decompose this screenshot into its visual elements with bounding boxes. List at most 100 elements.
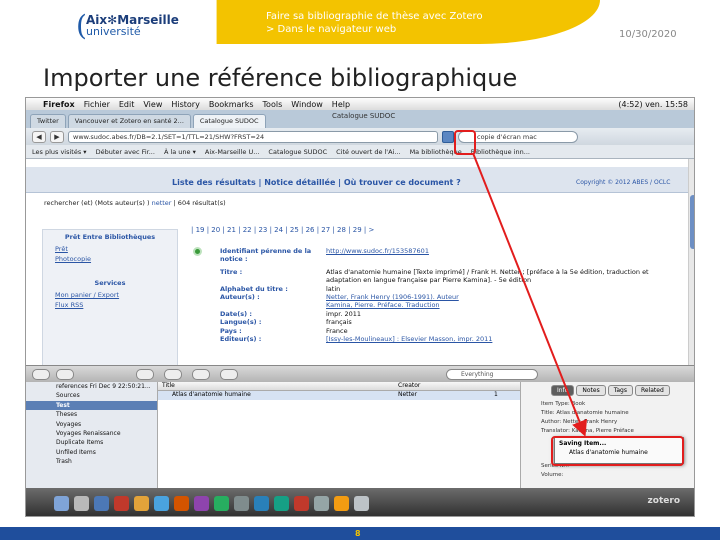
popup-item: Atlas d'anatomie humaine [569,449,648,456]
tab-tags[interactable]: Tags [607,385,633,396]
bookmark-item[interactable]: Aix-Marseille U... [205,148,260,156]
peb-heading: Prêt Entre Bibliothèques [64,233,156,241]
app-icon[interactable] [294,495,309,511]
collection-item-selected[interactable]: Test [26,400,157,411]
zotero-attach-button[interactable] [192,369,210,380]
app-icon[interactable] [74,495,89,511]
field-row: Titre : Atlas d'anatomie humaine [Texte i… [220,268,680,285]
sudoc-copyright: Copyright © 2012 ABES / OCLC [576,179,671,186]
zotero-actions-button[interactable] [56,369,74,380]
field-label: Pays : [220,326,242,335]
info-line: Translator: Kamina, Pierre Préface [541,428,634,434]
collection-item[interactable]: Sources [26,391,157,400]
field-value: impr. 2011 [326,309,362,318]
zotero-toolbar: Everything [26,365,694,382]
field-row: Auteur(s) : Netter, Frank Henry (1906-199… [220,293,680,301]
results-pager[interactable]: | 19 | 20 | 21 | 22 | 23 | 24 | 25 | 26 … [191,226,374,234]
tab-info[interactable]: Info [551,385,575,396]
bookmark-item[interactable]: Débuter avec Fir... [96,148,155,156]
collection-item[interactable]: Voyages [26,420,157,429]
sudoc-nav-links[interactable]: Liste des résultats | Notice détaillée |… [172,178,461,187]
collection-item[interactable]: references Fri Dec 9 22:50:21... [26,382,157,391]
app-icon[interactable] [134,495,149,511]
menubar-clock: (4:52) ven. 15:58 [618,99,688,109]
app-icon[interactable] [234,495,249,511]
app-icon[interactable] [214,495,229,511]
bookmark-item[interactable]: Cité ouvert de l'Ai... [336,148,400,156]
bookmark-item[interactable]: Bibliothèque inn... [471,148,530,156]
zotero-save-icon[interactable] [442,130,454,143]
collection-item[interactable]: Duplicate Items [26,438,157,447]
link-photocopie[interactable]: Photocopie [43,254,177,264]
menu-bookmarks[interactable]: Bookmarks [209,100,254,109]
calendar-icon[interactable] [114,495,129,511]
item-row[interactable]: Atlas d'anatomie humaine Netter 1 [158,391,520,400]
field-value[interactable]: Kamina, Pierre. Préface. Traduction [326,301,676,309]
bookmark-item[interactable]: À la une ▾ [164,148,196,156]
field-row: Kamina, Pierre. Préface. Traduction [220,301,680,309]
menu-tools[interactable]: Tools [263,100,283,109]
field-value[interactable]: Netter, Frank Henry (1906-1991). Auteur [326,293,676,301]
col-title[interactable]: Title [158,382,394,390]
saving-item-popup: Saving Item... Atlas d'anatomie humaine [554,437,684,464]
zotero-new-collection-button[interactable] [32,369,50,380]
link-flux-rss[interactable]: Flux RSS [43,300,177,310]
forward-button[interactable]: ▶ [50,130,64,143]
bookmark-item[interactable]: Catalogue SUDOC [268,148,327,156]
page-scrollbar[interactable] [688,159,694,365]
address-bar[interactable]: www.sudoc.abes.fr/DB=2.1/SET=1/TTL=21/SH… [68,130,438,143]
zotero-logo: zotero [647,496,680,506]
tab-related[interactable]: Related [635,385,670,396]
app-icon[interactable] [354,495,369,511]
zotero-note-button[interactable] [220,369,238,380]
back-button[interactable]: ◀ [32,130,46,143]
app-icon[interactable] [334,495,349,511]
mac-menubar: Firefox Fichier Edit View History Bookma… [26,98,694,110]
tab-twitter[interactable]: Twitter [30,114,66,128]
app-icon[interactable] [194,495,209,511]
tab-vancouver[interactable]: Vancouver et Zotero en santé 2... [67,114,191,128]
link-panier-export[interactable]: Mon panier / Export [43,290,177,300]
field-row: Langue(s) : français [220,318,680,326]
collection-item[interactable]: Trash [26,457,157,466]
app-icon[interactable] [314,495,329,511]
field-row: Date(s) : impr. 2011 [220,310,680,318]
menu-edit[interactable]: Edit [119,100,135,109]
menu-window[interactable]: Window [291,100,323,109]
field-value[interactable]: [Issy-les-Moulineaux] : Elsevier Masson,… [326,335,676,343]
app-icon[interactable] [94,495,109,511]
scroll-thumb[interactable] [690,195,694,249]
zotero-new-item-button[interactable] [136,369,154,380]
field-value[interactable]: http://www.sudoc.fr/153587601 [326,247,676,264]
item-pane-tabs: Info Notes Tags Related [551,385,670,396]
field-value: latin [326,284,341,293]
col-creator[interactable]: Creator [394,382,520,390]
browser-search-field[interactable]: copie d'écran mac [458,130,578,143]
collection-item[interactable]: Unfiled Items [26,448,157,457]
firefox-icon[interactable] [174,495,189,511]
zotero-search-input[interactable]: Everything [446,369,538,380]
collection-item[interactable]: Theses [26,410,157,419]
app-icon[interactable] [254,495,269,511]
sudoc-page: Liste des résultats | Notice détaillée |… [26,159,694,389]
tab-sudoc[interactable]: Catalogue SUDOC [192,114,266,128]
app-icon[interactable] [274,495,289,511]
menu-firefox[interactable]: Firefox [43,100,75,109]
menu-fichier[interactable]: Fichier [84,100,110,109]
link-pret[interactable]: Prêt [43,244,177,254]
finder-icon[interactable] [54,495,69,511]
zotero-add-by-id-button[interactable] [164,369,182,380]
field-value: français [326,318,352,327]
query-term-link[interactable]: netter [152,199,172,207]
collection-item[interactable]: Voyages Renaissance [26,429,157,438]
app-icon[interactable] [154,495,169,511]
tab-notes[interactable]: Notes [576,385,606,396]
slide-header: ( Aix✻Marseille université Faire sa bibl… [0,0,720,44]
items-header: Title Creator [158,382,520,391]
bookmark-item[interactable]: Les plus visités ▾ [32,148,87,156]
item-title: Atlas d'anatomie humaine [172,391,251,398]
field-label: Editeur(s) : [220,335,262,344]
menu-help[interactable]: Help [332,100,350,109]
menu-view[interactable]: View [143,100,162,109]
menu-history[interactable]: History [171,100,199,109]
